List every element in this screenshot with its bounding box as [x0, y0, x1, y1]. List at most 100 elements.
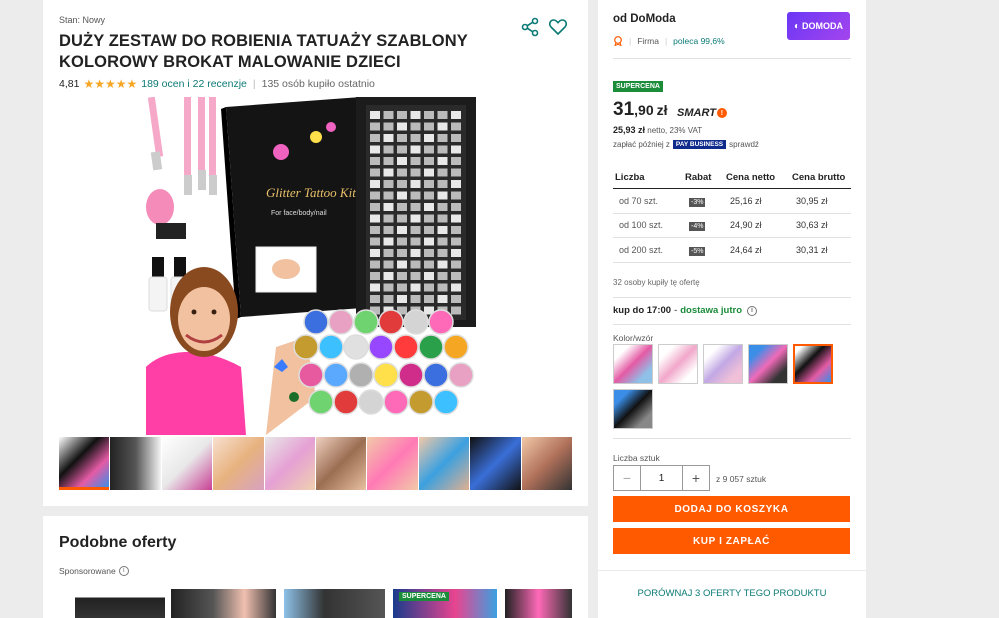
color-swatch-4[interactable]: [748, 344, 788, 384]
color-swatch-1[interactable]: [613, 344, 653, 384]
thumbnail-1[interactable]: [59, 437, 110, 490]
color-swatch-2[interactable]: [658, 344, 698, 384]
stencil-cell: [451, 111, 461, 119]
thumbnail-8[interactable]: [418, 437, 470, 490]
stencil-cell: [397, 168, 407, 177]
stencil-cell: [437, 214, 448, 223]
color-swatch-6[interactable]: [613, 389, 653, 429]
smart-info-icon: !: [716, 108, 727, 118]
stencil-cell: [370, 272, 380, 280]
info-icon[interactable]: i: [747, 305, 758, 316]
stencil-cell: [424, 283, 434, 292]
thumbnail-7[interactable]: [367, 437, 418, 490]
smart-label: SMART: [677, 107, 716, 119]
stencil-cell: [424, 260, 434, 269]
heart-icon[interactable]: [548, 17, 568, 37]
glitter-jar: [408, 389, 434, 415]
stencil-sheets: [356, 97, 476, 327]
product-main-image[interactable]: Glitter Tattoo Kit For face/body/nail: [146, 97, 486, 435]
table-row: od 100 szt. -4% 24,90 zł 30,63 zł: [613, 213, 851, 238]
compare-offers-link[interactable]: PORÓWNAJ 3 OFERTY TEGO PRODUKTU: [598, 588, 866, 599]
stencil-cell: [437, 295, 448, 303]
seller-name[interactable]: od DoModa: [613, 13, 676, 25]
stencil-cell: [370, 249, 380, 257]
share-icon[interactable]: [520, 17, 540, 37]
seller-logo-mark-icon: ◐: [793, 20, 801, 32]
compare-offers-card: PORÓWNAJ 3 OFERTY TEGO PRODUKTU: [598, 571, 866, 618]
stencil-cell: [437, 226, 448, 234]
stencil-cell: [370, 214, 380, 223]
thumbnail-9[interactable]: [470, 437, 521, 490]
similar-offer-1[interactable]: [75, 589, 165, 618]
stencil-cell: [424, 226, 434, 234]
plus-icon[interactable]: +: [682, 466, 709, 490]
info-icon[interactable]: i: [118, 566, 129, 576]
stencil-cell: [424, 203, 434, 211]
stencil-cell: [370, 111, 380, 119]
glitter-jar: [343, 334, 369, 360]
glitter-jar: [353, 309, 379, 335]
girl-illustration: [146, 246, 317, 435]
stencil-cell: [397, 214, 407, 223]
stencil-cell: [451, 226, 461, 234]
thumbnail-4[interactable]: [213, 437, 264, 490]
stencil-cell: [410, 295, 421, 303]
buy-now-button[interactable]: KUP I ZAPŁAĆ: [613, 528, 850, 554]
stencil-cell: [370, 191, 380, 200]
quantity-input[interactable]: [641, 466, 682, 490]
glitter-jar: [378, 309, 404, 335]
glitter-jar: [318, 334, 344, 360]
reviews-link[interactable]: 189 ocen i 22 recenzje: [141, 78, 247, 90]
stencil-cell: [383, 145, 394, 154]
color-label: Kolor/wzór: [613, 333, 654, 343]
stencil-cell: [370, 122, 380, 131]
similar-offer-5[interactable]: [505, 589, 572, 618]
stencil-cell: [370, 260, 380, 269]
similar-offer-3[interactable]: [284, 589, 385, 618]
pay-business-badge: PAY BUSINESS: [672, 140, 727, 149]
separator: |: [629, 36, 632, 46]
stencil-cell: [397, 249, 407, 257]
price-currency: zł: [656, 102, 668, 118]
box-title-text: Glitter Tattoo Kit: [266, 185, 356, 200]
thumbnail-3[interactable]: [161, 437, 213, 490]
glitter-jar: [443, 334, 469, 360]
minus-icon[interactable]: −: [614, 466, 641, 490]
seller-recommends[interactable]: poleca 99,6%: [673, 36, 725, 46]
glitter-jar: [358, 389, 384, 415]
seller-meta: | Firma | poleca 99,6%: [613, 36, 725, 46]
stencil-cell: [410, 157, 421, 165]
column-header: Cena netto: [724, 168, 790, 189]
stock-count: z 9 057 sztuk: [716, 474, 767, 484]
add-to-cart-button[interactable]: DODAJ DO KOSZYKA: [613, 496, 850, 522]
tier-qty: od 200 szt.: [613, 237, 683, 263]
similar-offer-2[interactable]: [171, 589, 276, 618]
seller-logo[interactable]: ◐ DOMODA: [787, 12, 850, 40]
table-row: od 70 szt. -3% 25,16 zł 30,95 zł: [613, 188, 851, 214]
tier-discount: -4%: [683, 213, 724, 238]
stencil-cell: [410, 145, 421, 154]
netto-value: 25,93 zł: [613, 125, 646, 135]
smart-badge[interactable]: SMART !: [677, 107, 727, 119]
stencil-cell: [383, 111, 394, 119]
thumbnail-5[interactable]: [264, 437, 316, 490]
bought-offer-count: 32 osoby kupiły tę ofertę: [613, 278, 700, 287]
divider: [613, 438, 851, 439]
glitter-jar: [308, 389, 334, 415]
stencil-cell: [437, 191, 448, 200]
stencil-cell: [410, 191, 421, 200]
thumbnail-10[interactable]: [521, 437, 573, 490]
tier-brutto: 30,63 zł: [790, 213, 851, 238]
brushes-illustration: [146, 97, 217, 239]
stencil-cell: [451, 145, 461, 154]
similar-offer-4[interactable]: SUPERCENA: [393, 589, 497, 618]
glitter-jar: [368, 334, 394, 360]
thumbnail-2[interactable]: [110, 437, 161, 490]
divider: [613, 297, 851, 298]
thumbnail-6[interactable]: [316, 437, 367, 490]
color-swatch-5[interactable]: [793, 344, 833, 384]
color-swatch-3[interactable]: [703, 344, 743, 384]
stencil-cell: [437, 168, 448, 177]
paylater-check-link[interactable]: sprawdź: [729, 140, 759, 149]
netto-price: 25,93 zł netto, 23% VAT: [613, 125, 702, 135]
